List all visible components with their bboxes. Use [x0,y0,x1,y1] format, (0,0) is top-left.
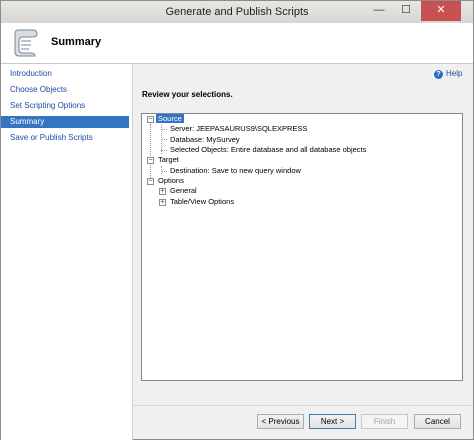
sidebar-item-set-scripting-options[interactable]: Set Scripting Options [1,100,129,112]
close-button[interactable]: ✕ [421,1,461,21]
sidebar-item-choose-objects[interactable]: Choose Objects [1,84,129,96]
tree-node-source[interactable]: Source [156,114,184,124]
dialog-window: Generate and Publish Scripts — ☐ ✕ Summa… [0,0,474,440]
previous-button[interactable]: < Previous [257,414,304,429]
footer-divider [132,405,473,406]
collapse-target-toggle[interactable]: − [147,157,154,164]
maximize-button[interactable]: ☐ [393,1,419,21]
page-header: Summary [1,23,473,64]
scroll-icon [14,29,38,57]
help-label: Help [446,69,463,78]
sidebar-item-summary[interactable]: Summary [1,116,129,128]
tree-guide [161,166,162,174]
expand-general-toggle[interactable]: + [159,188,166,195]
help-icon: ? [434,70,443,79]
page-title: Summary [51,36,102,48]
help-link[interactable]: ? Help [434,69,462,79]
title-bar: Generate and Publish Scripts — ☐ ✕ [1,1,473,23]
sidebar-item-save-or-publish-scripts[interactable]: Save or Publish Scripts [1,132,129,144]
tree-node-server[interactable]: Server: JEEPASAURUS9\SQLEXPRESS [170,124,307,134]
summary-tree[interactable]: − Source Server: JEEPASAURUS9\SQLEXPRESS… [141,113,463,381]
tree-guide [161,129,167,130]
next-button[interactable]: Next > [309,414,356,429]
review-instruction: Review your selections. [142,90,233,99]
collapse-options-toggle[interactable]: − [147,178,154,185]
tree-guide [161,171,167,172]
tree-node-source-label: Source [156,114,184,123]
tree-guide [161,139,167,140]
tree-node-destination[interactable]: Destination: Save to new query window [170,166,301,176]
tree-node-database[interactable]: Database: MySurvey [170,135,240,145]
minimize-button[interactable]: — [366,1,392,21]
tree-node-options[interactable]: Options [158,176,184,186]
finish-button[interactable]: Finish [361,414,408,429]
tree-guide [150,124,151,184]
sidebar: Introduction Choose Objects Set Scriptin… [1,64,133,440]
sidebar-item-introduction[interactable]: Introduction [1,68,129,80]
tree-guide [161,150,167,151]
tree-node-target[interactable]: Target [158,155,179,165]
expand-table-view-toggle[interactable]: + [159,199,166,206]
tree-node-selected-objects[interactable]: Selected Objects: Entire database and al… [170,145,366,155]
tree-node-table-view-options[interactable]: Table/View Options [170,197,234,207]
tree-node-general[interactable]: General [170,186,197,196]
cancel-button[interactable]: Cancel [414,414,461,429]
collapse-source-toggle[interactable]: − [147,116,154,123]
